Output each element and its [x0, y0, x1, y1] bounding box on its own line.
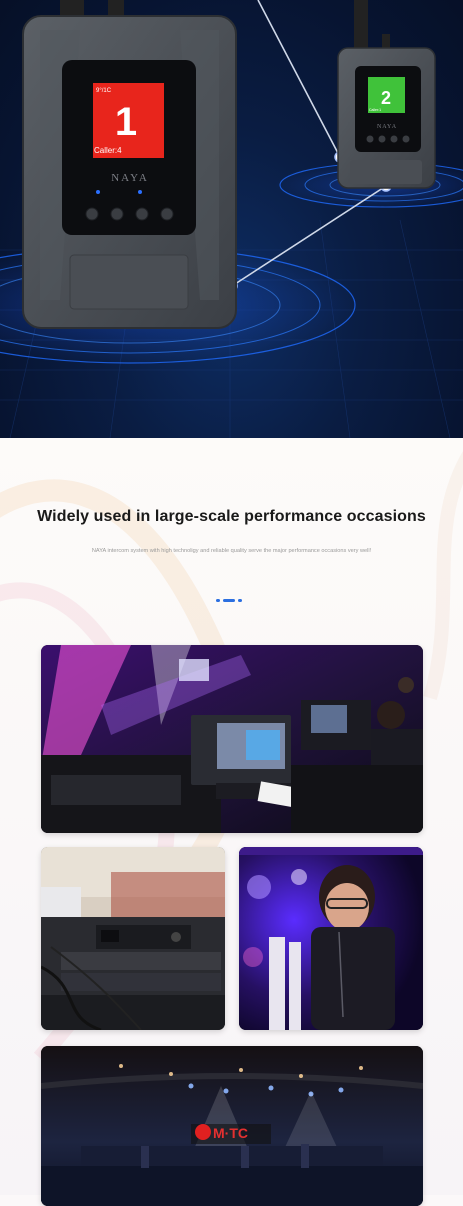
- brand-logo-small: NAYA: [377, 124, 397, 130]
- photo-operator-headset: [239, 847, 423, 1030]
- caller-label-small: Caller:1: [369, 108, 381, 112]
- intercom-device-large: [22, 0, 237, 329]
- hero-illustration: 9°/1C 1 Caller:4 NAYA 2 Caller:1 NAYA: [0, 0, 463, 438]
- hero-banner: 9°/1C 1 Caller:4 NAYA 2 Caller:1 NAYA: [0, 0, 463, 438]
- indicator-dot: [238, 599, 242, 602]
- indicator-dot: [216, 599, 220, 602]
- channel-number-small: 2: [381, 88, 391, 108]
- photo-concert-control-desk: [41, 645, 423, 833]
- caller-label-large: Caller:4: [94, 146, 122, 155]
- photo-stage-concert: M·TC: [41, 1046, 423, 1206]
- photo-rack-equipment: [41, 847, 225, 1030]
- stage-sign: M·TC: [213, 1125, 248, 1141]
- indicator-dot-active: [223, 599, 235, 602]
- device-status-text: 9°/1C: [96, 88, 112, 94]
- section-headline: Widely used in large-scale performance o…: [37, 508, 426, 525]
- brand-logo-large: NAYA: [111, 172, 149, 184]
- slider-indicator: [216, 599, 244, 603]
- channel-number-large: 1: [115, 100, 137, 144]
- section-subline: NAYA intercom system with high technolig…: [91, 548, 372, 554]
